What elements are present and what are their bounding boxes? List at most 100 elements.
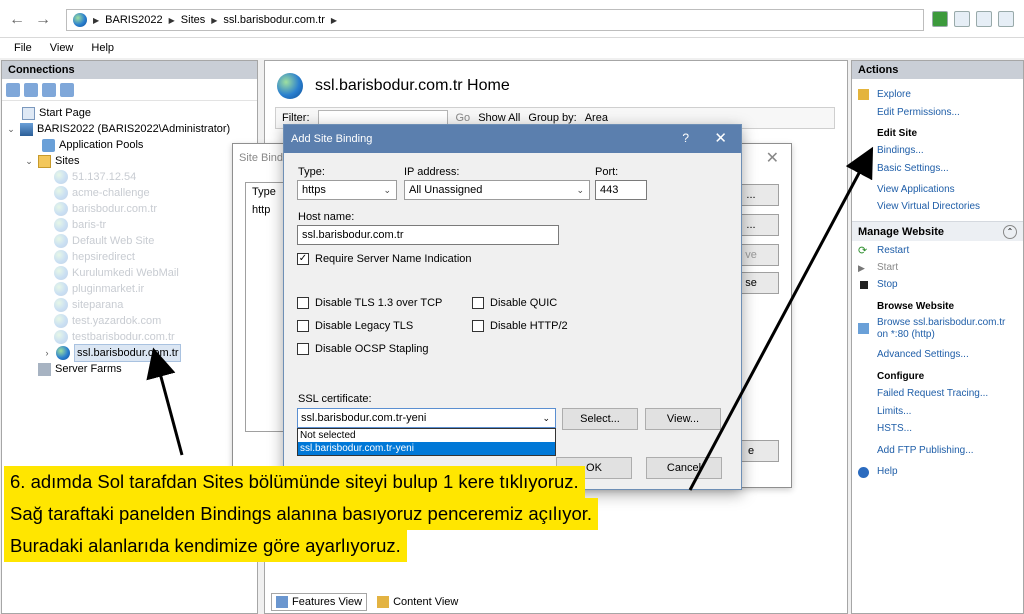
back-arrow-icon[interactable]: ← — [8, 11, 26, 29]
tree-site-item[interactable]: Kurulumkedi WebMail — [2, 265, 257, 281]
edit-site-heading: Edit Site — [877, 128, 918, 139]
tree-site-item[interactable]: hepsiredirect — [2, 249, 257, 265]
globe-icon — [54, 170, 68, 184]
tree-site-ssl[interactable]: › ssl.barisbodur.com.tr — [2, 344, 257, 362]
host-field[interactable]: ssl.barisbodur.com.tr — [297, 225, 559, 245]
tab-features-view[interactable]: Features View — [271, 593, 368, 611]
group-by-select[interactable]: Area — [585, 112, 675, 124]
actions-title: Actions — [852, 61, 1023, 79]
ssl-certificate-select[interactable]: ssl.barisbodur.com.tr-yeni ⌄ — [297, 408, 556, 428]
browse-icon — [858, 323, 869, 334]
crumb-server[interactable]: BARIS2022 — [105, 14, 162, 26]
globe-icon — [56, 346, 70, 360]
settings-icon — [858, 163, 869, 174]
close-icon[interactable]: ✕ — [766, 148, 779, 168]
stop-icon — [860, 281, 868, 289]
help-button[interactable]: ? — [682, 131, 689, 145]
manage-website-header[interactable]: Manage Website ⌃ — [852, 221, 1023, 241]
tree-start-page[interactable]: Start Page — [2, 105, 257, 121]
action-add-ftp[interactable]: Add FTP Publishing... — [877, 445, 974, 456]
tree-site-item[interactable]: barisbodur.com.tr — [2, 201, 257, 217]
menu-help[interactable]: Help — [91, 42, 114, 54]
collapse-icon[interactable]: ⌄ — [6, 121, 16, 137]
action-explore[interactable]: Explore — [877, 89, 911, 100]
action-start[interactable]: Start — [877, 262, 898, 273]
connections-tree: Start Page ⌄ BARIS2022 (BARIS2022\Admini… — [2, 101, 257, 377]
connect-icon[interactable] — [6, 82, 20, 97]
action-bindings[interactable]: Bindings... — [877, 145, 924, 156]
tree-app-pools[interactable]: Application Pools — [2, 137, 257, 153]
legacy-tls-checkbox[interactable]: Disable Legacy TLS — [297, 320, 413, 332]
caption-line-1: 6. adımda Sol tarafdan Sites bölümünde s… — [4, 466, 585, 498]
server-farm-icon — [38, 362, 51, 376]
mail-icon[interactable] — [954, 11, 970, 27]
globe-icon — [54, 298, 68, 312]
action-failed-request[interactable]: Failed Request Tracing... — [877, 388, 988, 399]
ocsp-checkbox[interactable]: Disable OCSP Stapling — [297, 343, 429, 355]
up-folder-icon[interactable] — [42, 82, 56, 97]
globe-icon — [54, 314, 68, 328]
tree-site-item[interactable]: pluginmarket.ir — [2, 281, 257, 297]
action-view-vdirs[interactable]: View Virtual Directories — [877, 201, 980, 212]
action-hsts[interactable]: HSTS... — [877, 423, 912, 434]
view-button[interactable]: View... — [645, 408, 721, 430]
checkbox-box — [297, 343, 309, 355]
type-select[interactable]: https ⌄ — [297, 180, 397, 200]
sni-checkbox[interactable]: ✓ Require Server Name Indication — [297, 253, 472, 265]
globe-icon — [54, 202, 68, 216]
select-button[interactable]: Select... — [562, 408, 638, 430]
address-field[interactable]: ▶ BARIS2022 ▶ Sites ▶ ssl.barisbodur.com… — [66, 9, 924, 31]
action-stop[interactable]: Stop — [877, 279, 898, 290]
tree-server[interactable]: ⌄ BARIS2022 (BARIS2022\Administrator) — [2, 121, 257, 137]
configure-heading: Configure — [877, 371, 925, 382]
tree-site-item[interactable]: acme-challenge — [2, 185, 257, 201]
action-help[interactable]: Help — [877, 466, 898, 477]
tree-site-item[interactable]: testbarisbodur.com.tr — [2, 329, 257, 345]
tree-site-item[interactable]: baris-tr — [2, 217, 257, 233]
expand-icon[interactable]: › — [42, 345, 52, 361]
tree-site-item[interactable]: 51.137.12.54 — [2, 169, 257, 185]
tab-content-view[interactable]: Content View — [373, 593, 462, 611]
port-field[interactable]: 443 — [595, 180, 647, 200]
ssl-option-not-selected[interactable]: Not selected — [298, 429, 555, 442]
action-advanced-settings[interactable]: Advanced Settings... — [877, 349, 969, 360]
save-icon[interactable] — [24, 82, 38, 97]
help-icon[interactable] — [998, 11, 1014, 27]
action-restart[interactable]: Restart — [877, 245, 909, 256]
action-basic-settings[interactable]: Basic Settings... — [877, 163, 949, 174]
menu-file[interactable]: File — [14, 42, 32, 54]
forward-arrow-icon[interactable]: → — [34, 11, 52, 29]
menu-view[interactable]: View — [50, 42, 74, 54]
tree-site-item[interactable]: test.yazardok.com — [2, 313, 257, 329]
ssl-option-yeni[interactable]: ssl.barisbodur.com.tr-yeni — [298, 442, 555, 455]
tree-sites[interactable]: ⌄ Sites — [2, 153, 257, 169]
tree-site-item[interactable]: siteparana — [2, 297, 257, 313]
action-view-applications[interactable]: View Applications — [877, 184, 955, 195]
globe-icon — [54, 330, 68, 344]
collapse-icon[interactable]: ⌃ — [1003, 225, 1017, 239]
action-limits[interactable]: Limits... — [877, 406, 911, 417]
action-browse-1[interactable]: Browse ssl.barisbodur.com.tr — [877, 317, 1005, 328]
close-icon[interactable]: ✕ — [714, 129, 727, 147]
collapse-icon[interactable]: ⌄ — [24, 153, 34, 169]
quic-checkbox[interactable]: Disable QUIC — [472, 297, 557, 309]
page-title: ssl.barisbodur.com.tr Home — [277, 73, 510, 99]
crumb-site[interactable]: ssl.barisbodur.com.tr — [223, 14, 324, 26]
view-tabs: Features View Content View — [271, 593, 462, 611]
ip-select[interactable]: All Unassigned ⌄ — [404, 180, 590, 200]
connections-toolbar — [2, 79, 257, 101]
go-button[interactable]: Go — [456, 112, 471, 124]
tls13-checkbox[interactable]: Disable TLS 1.3 over TCP — [297, 297, 442, 309]
check-icon: ✓ — [297, 253, 309, 265]
tree-server-farms[interactable]: Server Farms — [2, 361, 257, 377]
restart-icon: ⟳ — [858, 245, 868, 257]
show-all-button[interactable]: Show All — [478, 112, 520, 124]
connect-icon[interactable] — [932, 11, 948, 27]
tree-site-item[interactable]: Default Web Site — [2, 233, 257, 249]
home-icon[interactable] — [976, 11, 992, 27]
action-browse-2[interactable]: on *:80 (http) — [877, 329, 935, 340]
crumb-sites[interactable]: Sites — [181, 14, 205, 26]
disconnect-icon[interactable] — [60, 82, 74, 97]
http2-checkbox[interactable]: Disable HTTP/2 — [472, 320, 568, 332]
action-edit-permissions[interactable]: Edit Permissions... — [877, 107, 960, 118]
